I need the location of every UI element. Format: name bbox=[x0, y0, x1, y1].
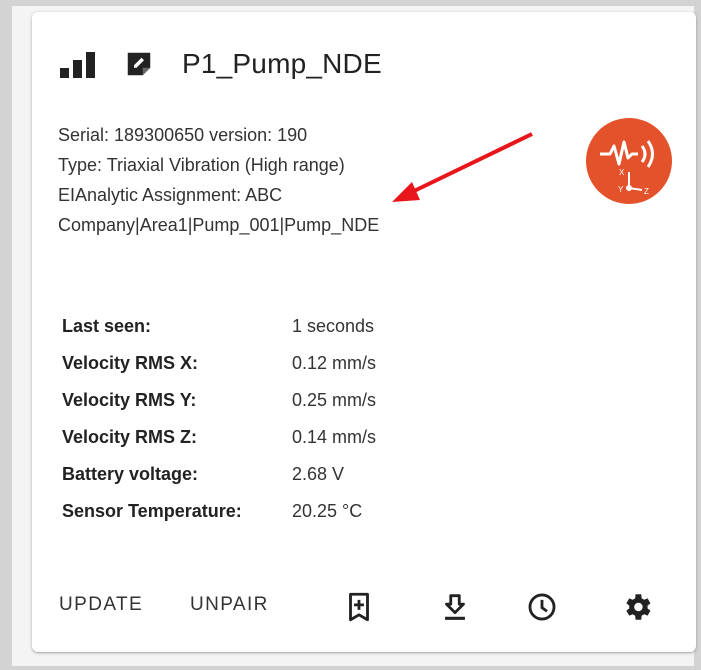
stat-label: Velocity RMS X: bbox=[62, 353, 199, 373]
stat-value: 0.25 mm/s bbox=[292, 390, 377, 410]
stat-row: Velocity RMS X: 0.12 mm/s bbox=[62, 345, 376, 382]
update-button[interactable]: UPDATE bbox=[59, 594, 143, 616]
unpair-button[interactable]: UNPAIR bbox=[190, 594, 269, 616]
signal-bars-icon bbox=[60, 50, 102, 78]
annotation-arrow bbox=[392, 132, 533, 202]
card-header: P1_Pump_NDE bbox=[60, 42, 382, 86]
settings-gear-icon[interactable] bbox=[620, 590, 654, 624]
stat-label: Battery voltage: bbox=[62, 464, 199, 484]
stat-row: Velocity RMS Y: 0.25 mm/s bbox=[62, 382, 376, 419]
stat-label: Velocity RMS Z: bbox=[62, 427, 198, 447]
card-actions: UPDATE UNPAIR bbox=[32, 584, 696, 628]
device-name: P1_Pump_NDE bbox=[182, 48, 382, 79]
device-card: P1_Pump_NDE Serial: 189300650 version: 1… bbox=[32, 12, 696, 652]
stat-value: 1 seconds bbox=[292, 316, 375, 336]
stat-row: Velocity RMS Z: 0.14 mm/s bbox=[62, 419, 376, 456]
stat-row: Sensor Temperature: 20.25 °C bbox=[62, 493, 376, 530]
stat-label: Last seen: bbox=[62, 316, 152, 336]
stat-value: 0.12 mm/s bbox=[292, 353, 377, 373]
triaxial-vibration-sensor-icon: X Y Z bbox=[586, 118, 672, 204]
stat-label: Sensor Temperature: bbox=[62, 501, 242, 521]
stat-row: Battery voltage: 2.68 V bbox=[62, 456, 376, 493]
type-line: Type: Triaxial Vibration (High range) bbox=[58, 155, 345, 175]
asset-path-line: Company|Area1|Pump_001|Pump_NDE bbox=[58, 215, 380, 235]
stat-value: 20.25 °C bbox=[292, 501, 363, 521]
serial-line: Serial: 189300650 version: 190 bbox=[58, 125, 308, 145]
stat-row: Last seen: 1 seconds bbox=[62, 308, 376, 345]
assignment-line: EIAnalytic Assignment: ABC bbox=[58, 185, 283, 205]
axis-y-label: Y bbox=[618, 185, 624, 194]
edit-note-icon[interactable] bbox=[124, 49, 154, 79]
axis-z-label: Z bbox=[644, 187, 649, 196]
download-icon[interactable] bbox=[438, 590, 472, 624]
stat-label: Velocity RMS Y: bbox=[62, 390, 197, 410]
stat-value: 0.14 mm/s bbox=[292, 427, 377, 447]
history-clock-icon[interactable] bbox=[525, 590, 559, 624]
stat-value: 2.68 V bbox=[292, 464, 345, 484]
bookmark-add-icon[interactable] bbox=[342, 590, 376, 624]
stats-table: Last seen: 1 seconds Velocity RMS X: 0.1… bbox=[62, 308, 376, 530]
device-info: Serial: 189300650 version: 190 Type: Tri… bbox=[58, 120, 379, 240]
axis-x-label: X bbox=[619, 168, 625, 177]
